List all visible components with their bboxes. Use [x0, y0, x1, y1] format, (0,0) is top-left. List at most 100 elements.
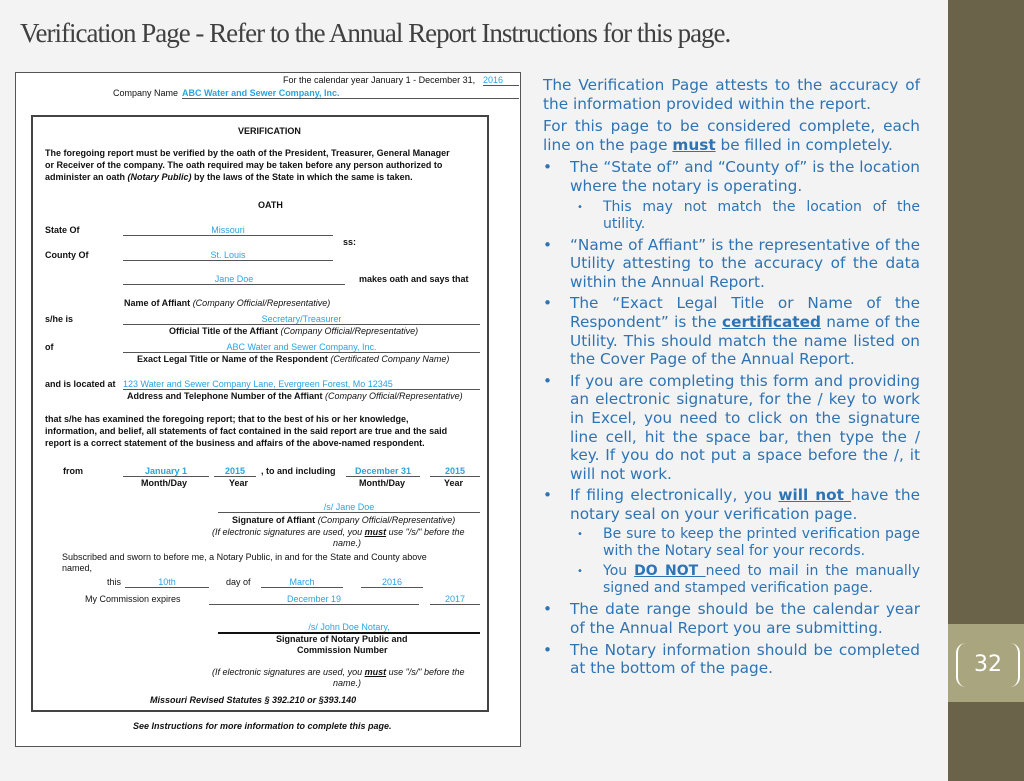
intro-line: administer an oath (Notary Public) by th…	[45, 172, 413, 182]
text: (If electronic signatures are used, you	[212, 527, 365, 537]
to-day-value: December 31	[346, 466, 420, 477]
text: (Certificated Company Name)	[330, 354, 450, 364]
this-label: this	[107, 577, 122, 587]
page-number: 32	[956, 643, 1020, 687]
esig-note: name.)	[333, 538, 362, 548]
text: be filled in completely.	[715, 135, 893, 154]
month-day-caption: Month/Day	[141, 478, 187, 488]
see-instructions: See Instructions for more information to…	[133, 721, 392, 731]
text: must	[672, 135, 716, 154]
signature-caption: Signature of Affiant (Company Official/R…	[232, 515, 455, 525]
oath-heading: OATH	[258, 200, 283, 210]
title-caption: Official Title of the Affiant (Company O…	[169, 326, 418, 336]
text: Exact Legal Title or Name of the Respond…	[137, 354, 328, 364]
slide-title: Verification Page - Refer to the Annual …	[20, 18, 731, 48]
text: Official Title of the Affiant	[169, 326, 279, 336]
statutes: Missouri Revised Statutes § 392.210 or §…	[150, 695, 357, 705]
paragraph: For this page to be considered complete,…	[543, 117, 920, 154]
sub-bullet: Be sure to keep the printed verification…	[543, 526, 920, 560]
esig-note: (If electronic signatures are used, you …	[212, 667, 465, 677]
text: (If electronic signatures are used, you	[212, 667, 365, 677]
notary-month-value: March	[261, 577, 343, 588]
sworn-line: Subscribed and sworn to before me, a Not…	[62, 552, 427, 562]
text: by the laws of the State in which the sa…	[191, 172, 413, 182]
statement-line: that s/he has examined the foregoing rep…	[45, 414, 409, 424]
statement-line: information, and belief, all statements …	[45, 426, 448, 436]
calendar-year-value: 2016	[483, 75, 519, 86]
day-of-label: day of	[226, 577, 251, 587]
from-day-value: January 1	[123, 466, 209, 477]
respondent-caption: Exact Legal Title or Name of the Respond…	[137, 354, 449, 364]
esig-note: (If electronic signatures are used, you …	[212, 527, 465, 537]
title-value: Secretary/Treasurer	[123, 314, 480, 325]
bullet: The “Exact Legal Title or Name of the Re…	[543, 294, 920, 368]
year-caption: Year	[444, 478, 464, 488]
year-caption: Year	[229, 478, 249, 488]
bullet: “Name of Affiant” is the representative …	[543, 236, 920, 292]
commission-label: My Commission expires	[85, 594, 181, 604]
text: must	[364, 527, 387, 537]
text: certificated	[722, 312, 821, 331]
affiant-signature-value: /s/ Jane Doe	[218, 502, 480, 513]
state-label: State Of	[45, 225, 80, 235]
text: use "/s/" before the	[386, 527, 465, 537]
text: Name of Affiant	[124, 298, 191, 308]
of-label: of	[45, 342, 54, 352]
county-value: St. Louis	[123, 250, 333, 261]
company-name-value: ABC Water and Sewer Company, Inc.	[182, 88, 519, 99]
statement-line: report is a correct statement of the bus…	[45, 438, 425, 448]
bullet: The “State of” and “County of” is the lo…	[543, 158, 920, 195]
verification-box: VERIFICATION The foregoing report must b…	[31, 115, 489, 712]
text: (Company Official/Representative)	[280, 326, 419, 336]
respondent-value: ABC Water and Sewer Company, Inc.	[123, 342, 480, 353]
notary-caption: Commission Number	[297, 645, 388, 655]
text: will not	[778, 486, 851, 505]
text: (Company Official/Representative)	[325, 391, 463, 401]
text: (Company Official/Representative)	[317, 515, 456, 525]
verification-heading: VERIFICATION	[238, 126, 301, 136]
bullet: If filing electronically, you will not h…	[543, 486, 920, 523]
state-value: Missouri	[123, 225, 333, 236]
text: administer an oath	[45, 172, 128, 182]
to-year-value: 2015	[430, 466, 480, 477]
sworn-line: named,	[62, 563, 93, 573]
bullet: The date range should be the calendar ye…	[543, 600, 920, 637]
address-value: 123 Water and Sewer Company Lane, Evergr…	[123, 379, 480, 390]
bullet: The Notary information should be complet…	[543, 641, 920, 678]
sub-bullet: You DO NOT need to mail in the manually …	[543, 563, 920, 597]
text: Signature of Affiant	[232, 515, 316, 525]
affiant-value: Jane Doe	[123, 274, 345, 285]
located-label: and is located at	[45, 379, 116, 389]
intro-line: The foregoing report must be verified by…	[45, 148, 450, 158]
text: (Notary Public)	[127, 172, 192, 182]
text: If filing electronically, you	[570, 486, 779, 505]
text: must	[364, 667, 387, 677]
to-label: , to and including	[261, 466, 336, 476]
notary-caption: Signature of Notary Public and	[276, 634, 408, 644]
text: You	[603, 563, 635, 580]
verification-form-image: For the calendar year January 1 - Decemb…	[15, 72, 521, 747]
instructions-text: The Verification Page attests to the acc…	[543, 76, 920, 681]
she-is-label: s/he is	[45, 314, 74, 324]
intro-line: or Receiver of the company. The oath req…	[45, 160, 443, 170]
notary-signature-value: /s/ John Doe Notary,	[218, 622, 480, 634]
commission-year-value: 2017	[430, 594, 480, 605]
notary-year-value: 2016	[361, 577, 423, 588]
text: Address and Telephone Number of the Affi…	[127, 391, 323, 401]
month-day-caption: Month/Day	[359, 478, 405, 488]
esig-note: name.)	[333, 678, 362, 688]
from-year-value: 2015	[214, 466, 256, 477]
text: use "/s/" before the	[386, 667, 465, 677]
county-label: County Of	[45, 250, 89, 260]
sub-bullet: This may not match the location of the u…	[543, 199, 920, 233]
text: DO NOT	[634, 563, 706, 580]
from-label: from	[63, 466, 83, 476]
commission-date-value: December 19	[209, 594, 419, 605]
makes-oath-label: makes oath and says that	[359, 274, 469, 284]
notary-day-value: 10th	[125, 577, 209, 588]
address-caption: Address and Telephone Number of the Affi…	[127, 391, 463, 401]
calendar-year-label: For the calendar year January 1 - Decemb…	[283, 75, 476, 85]
affiant-caption: Name of Affiant (Company Official/Repres…	[124, 298, 330, 308]
text: (Company Official/Representative)	[192, 298, 331, 308]
bullet: If you are completing this form and prov…	[543, 372, 920, 484]
